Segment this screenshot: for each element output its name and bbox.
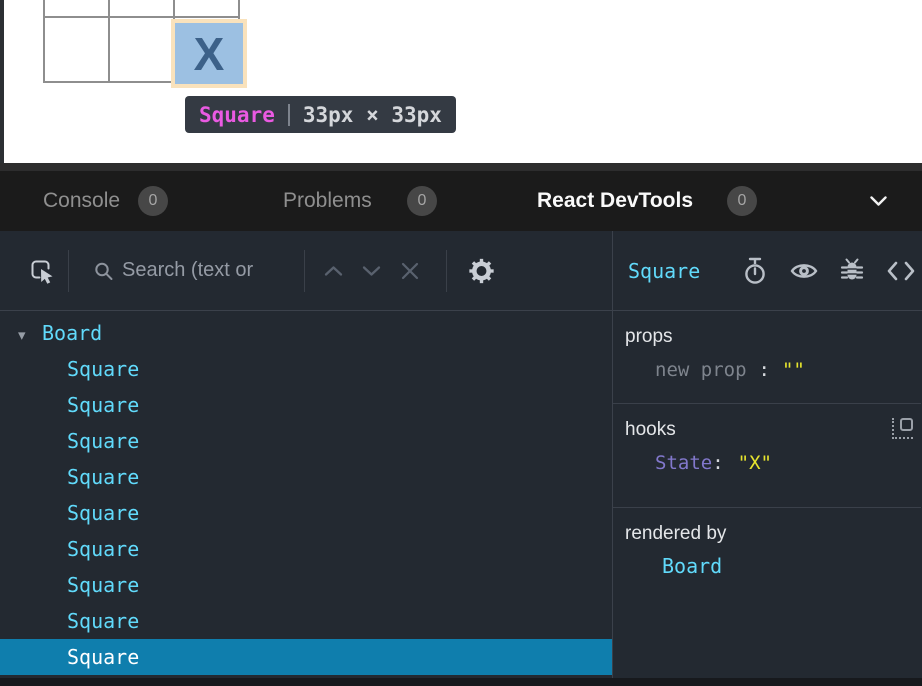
rendered-by-link[interactable]: Board: [625, 554, 921, 578]
window-bottom-edge: [0, 678, 922, 686]
expander-triangle-icon[interactable]: ▾: [18, 317, 34, 353]
toolbar-divider: [68, 250, 69, 292]
tooltip-separator: [288, 104, 290, 126]
bug-icon[interactable]: [840, 257, 864, 284]
state-hook-row[interactable]: State: "X": [625, 452, 921, 474]
tree-node-label: Square: [67, 609, 139, 633]
tree-node-label: Board: [42, 321, 102, 345]
tooltip-dimensions: 33px × 33px: [303, 103, 442, 127]
window-left-edge: [0, 0, 4, 163]
tree-node-label: Square: [67, 537, 139, 561]
tab-problems-badge: 0: [407, 186, 437, 216]
rendered-by-title: rendered by: [625, 523, 921, 545]
tree-node-label: Square: [67, 501, 139, 525]
panel-divider-strip: [0, 163, 922, 171]
selected-component-name: Square: [628, 259, 700, 283]
tree-node-square-9[interactable]: Square: [0, 639, 612, 675]
props-section: props new prop: "": [613, 311, 921, 404]
tab-console-badge: 0: [138, 186, 168, 216]
inspect-highlight-overlay: X: [171, 19, 247, 88]
toolbar-left: [0, 231, 613, 310]
tree-node-square-6[interactable]: Square: [0, 531, 612, 567]
rendered-by-section: rendered by Board: [613, 508, 921, 678]
clear-search-icon[interactable]: [401, 262, 419, 280]
tree-node-square-7[interactable]: Square: [0, 567, 612, 603]
search-input[interactable]: [122, 231, 297, 310]
tree-node-label: Square: [67, 465, 139, 489]
tab-problems[interactable]: Problems: [283, 171, 372, 231]
toolbar-divider: [304, 250, 305, 292]
tree-node-label: Square: [67, 645, 139, 669]
tree-node-board[interactable]: ▾ Board: [0, 315, 612, 351]
board-cell[interactable]: [45, 0, 108, 16]
tab-react-devtools-badge: 0: [727, 186, 757, 216]
profiler-timer-icon[interactable]: [742, 257, 768, 285]
devtools-tabbar: Console 0 Problems 0 React DevTools 0: [0, 171, 922, 231]
next-match-icon[interactable]: [362, 265, 381, 276]
tab-react-devtools[interactable]: React DevTools: [537, 171, 693, 231]
tree-node-square-1[interactable]: Square: [0, 351, 612, 387]
new-prop-row[interactable]: new prop: "": [625, 359, 921, 381]
component-tree-children: Square Square Square Square Square Square Squa…: [0, 351, 612, 675]
settings-gear-icon[interactable]: [468, 257, 495, 284]
highlighted-square-cell[interactable]: X: [175, 23, 243, 84]
new-prop-value-input[interactable]: "": [782, 359, 805, 381]
component-tree: ▾Board SquareSquareSquareSquareSquareSqu…: [0, 311, 613, 686]
hooks-section: hooks State: "X": [613, 404, 921, 508]
parse-hooks-icon[interactable]: [892, 418, 913, 439]
tree-node-square-4[interactable]: Square: [0, 459, 612, 495]
tree-node-label: Square: [67, 573, 139, 597]
eye-icon[interactable]: [790, 261, 818, 281]
tree-node-label: Square: [67, 429, 139, 453]
toolbar-divider: [446, 250, 447, 292]
hook-name: State: [655, 452, 712, 474]
search-icon: [93, 260, 114, 281]
devtools-window: X Square 33px × 33px Console 0 Problems …: [0, 0, 922, 686]
board-cell[interactable]: [110, 18, 173, 81]
tree-node-square-2[interactable]: Square: [0, 387, 612, 423]
details-pane: props new prop: "" hooks State: "X" render…: [613, 311, 921, 686]
board-cell[interactable]: [175, 0, 238, 16]
prop-colon: :: [759, 359, 770, 381]
inspect-size-tooltip: Square 33px × 33px: [185, 96, 456, 133]
new-prop-key-input[interactable]: new prop: [655, 359, 747, 381]
board-cell[interactable]: [45, 18, 108, 81]
tree-node-square-8[interactable]: Square: [0, 603, 612, 639]
tree-node-label: Square: [67, 357, 139, 381]
tooltip-component-name: Square: [199, 103, 275, 127]
tree-node-label: Square: [67, 393, 139, 417]
view-source-code-icon[interactable]: [886, 260, 916, 282]
hooks-title: hooks: [625, 419, 921, 441]
hook-colon: :: [712, 452, 723, 474]
browser-page: X Square 33px × 33px: [0, 0, 922, 163]
previous-match-icon[interactable]: [324, 265, 343, 276]
tree-node-square-3[interactable]: Square: [0, 423, 612, 459]
inspect-element-icon[interactable]: [28, 257, 56, 285]
hook-value[interactable]: "X": [738, 452, 772, 474]
props-title: props: [625, 326, 921, 348]
toolbar-right: Square: [614, 231, 922, 310]
tab-console[interactable]: Console: [43, 171, 120, 231]
chevron-down-icon[interactable]: [870, 196, 887, 207]
tree-node-square-5[interactable]: Square: [0, 495, 612, 531]
devtools-toolbar: Square: [0, 231, 922, 311]
devtools-main: ▾Board SquareSquareSquareSquareSquareSqu…: [0, 311, 922, 686]
board-cell[interactable]: [110, 0, 173, 16]
